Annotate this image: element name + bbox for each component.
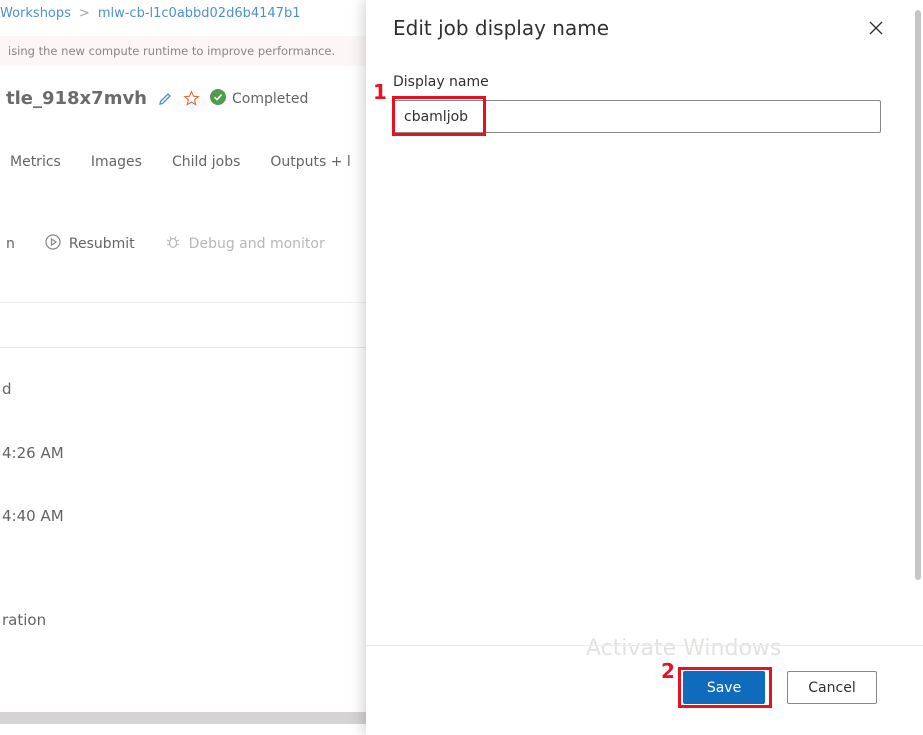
tab-child-jobs[interactable]: Child jobs [172, 154, 240, 170]
footer-divider [366, 645, 923, 646]
horizontal-scrollbar[interactable] [0, 712, 366, 724]
job-title-row: tle_918x7mvh Completed [6, 88, 308, 109]
debug-monitor-button[interactable]: Debug and monitor [165, 234, 325, 254]
job-toolbar: n Resubmit Debug and monitor [6, 234, 355, 254]
debug-label: Debug and monitor [188, 236, 325, 252]
breadcrumb-separator: > [78, 6, 90, 21]
callout-box-2 [678, 667, 772, 708]
detail-start-time: 4:26 AM [2, 444, 64, 462]
breadcrumb-workshops[interactable]: Workshops [0, 6, 71, 21]
display-name-label: Display name [393, 74, 489, 90]
breadcrumb: Workshops > mlw-cb-l1c0abbd02d6b4147b1 [0, 6, 300, 21]
detail-end-time: 4:40 AM [2, 507, 64, 525]
bug-icon [165, 234, 189, 254]
resubmit-button[interactable]: Resubmit [45, 234, 135, 254]
job-title: tle_918x7mvh [6, 88, 147, 109]
play-circle-icon [45, 234, 69, 254]
breadcrumb-workspace[interactable]: mlw-cb-l1c0abbd02d6b4147b1 [98, 6, 301, 21]
toolbar-partial-item[interactable]: n [6, 236, 15, 252]
status-text: Completed [232, 90, 309, 107]
check-circle-icon [210, 88, 226, 109]
detail-duration-label: ration [2, 611, 47, 629]
job-tabs: Metrics Images Child jobs Outputs + l [10, 154, 351, 170]
edit-pencil-icon[interactable] [157, 91, 173, 107]
status-badge: Completed [210, 88, 309, 109]
detail-value: d [2, 380, 12, 398]
tab-images[interactable]: Images [91, 154, 142, 170]
divider [0, 302, 366, 303]
panel-scrollbar[interactable] [915, 10, 921, 580]
divider [0, 347, 366, 348]
callout-box-1 [392, 96, 486, 136]
close-icon[interactable] [866, 18, 886, 38]
callout-number-2: 2 [661, 659, 675, 683]
tab-outputs-logs[interactable]: Outputs + l [270, 154, 350, 170]
info-banner: ising the new compute runtime to improve… [0, 36, 366, 66]
star-icon[interactable] [183, 90, 200, 107]
resubmit-label: Resubmit [68, 236, 135, 252]
panel-title: Edit job display name [393, 16, 610, 40]
callout-number-1: 1 [373, 80, 387, 104]
cancel-button[interactable]: Cancel [787, 671, 877, 704]
activate-windows-watermark: Activate Windows [586, 636, 782, 661]
tab-metrics[interactable]: Metrics [10, 154, 61, 170]
